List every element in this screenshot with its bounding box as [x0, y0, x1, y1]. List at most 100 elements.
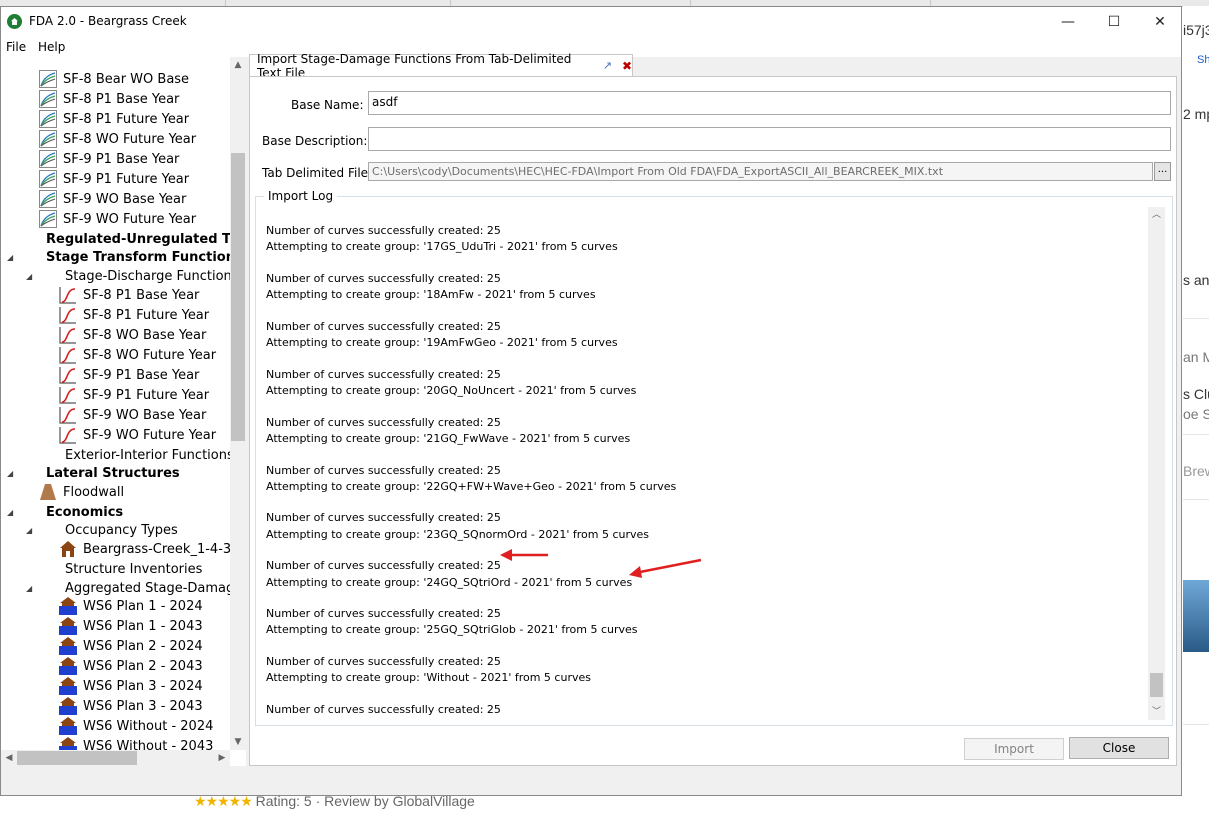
tree-item-label: WS6 Without - 2024: [83, 718, 214, 734]
scroll-down-icon[interactable]: ▼: [230, 734, 246, 750]
scroll-thumb[interactable]: [17, 751, 137, 765]
tree-item[interactable]: WS6 Plan 1 - 2024: [59, 596, 203, 616]
frequency-curve-icon: [39, 90, 63, 108]
tree-item[interactable]: Aggregated Stage-Damage Functions: [65, 578, 246, 598]
log-line: Number of curves successfully created: 2…: [266, 224, 501, 237]
bg-snippet: Sh: [1197, 54, 1209, 66]
tree-item[interactable]: SF-9 P1 Base Year: [39, 149, 179, 169]
log-line: Attempting to create group: '21GQ_FwWave…: [266, 431, 631, 445]
rating-curve-icon: [59, 326, 83, 344]
tree-item-label: WS6 Plan 2 - 2024: [83, 638, 203, 654]
tree-item[interactable]: WS6 Plan 3 - 2024: [59, 676, 203, 696]
tree-item[interactable]: Structure Inventories: [65, 559, 202, 579]
title-bar[interactable]: FDA 2.0 - Beargrass Creek — ☐ ✕: [1, 7, 1181, 37]
scroll-up-icon[interactable]: ▲: [230, 57, 246, 73]
browse-button[interactable]: ...: [1154, 162, 1171, 181]
close-window-button[interactable]: ✕: [1137, 7, 1183, 37]
import-button[interactable]: Import: [964, 738, 1064, 760]
tree-item[interactable]: SF-9 P1 Future Year: [39, 169, 189, 189]
expand-toggle-icon[interactable]: ◢: [26, 584, 32, 593]
import-log-label: Import Log: [264, 189, 338, 203]
scroll-right-icon[interactable]: ▶: [214, 750, 230, 766]
tree-item-label: Stage-Discharge Functions: [65, 268, 239, 284]
flooded-house-icon: [59, 697, 83, 715]
log-line: Number of curves successfully created: 2…: [266, 415, 501, 429]
tree-item[interactable]: SF-8 P1 Base Year: [39, 89, 179, 109]
scroll-thumb[interactable]: [231, 153, 245, 441]
minimize-button[interactable]: —: [1045, 7, 1091, 37]
rating-curve-icon: [59, 306, 83, 324]
tree-item-label: SF-8 P1 Future Year: [63, 111, 190, 127]
tree-item[interactable]: Floodwall: [39, 482, 124, 502]
close-tab-icon[interactable]: ✖: [622, 59, 632, 73]
tree-vertical-scrollbar[interactable]: ▲ ▼: [230, 57, 246, 750]
tab-import-stage-damage[interactable]: Import Stage-Damage Functions From Tab-D…: [249, 52, 633, 80]
bg-snippet: Brew: [1183, 463, 1209, 479]
tree-item[interactable]: Economics: [46, 502, 123, 522]
tree-item-label: SF-8 WO Future Year: [63, 131, 197, 147]
expand-toggle-icon[interactable]: ◢: [26, 526, 32, 535]
tree-item[interactable]: Lateral Structures: [46, 463, 180, 483]
tree-item[interactable]: SF-8 P1 Future Year: [59, 305, 209, 325]
background-webpage: i57j3 Sh 2 mp s and an M s Clu oe S Brew: [1183, 6, 1209, 813]
import-log-group: Import Log Number of curves successfully…: [255, 189, 1173, 726]
scroll-down-icon[interactable]: ﹀: [1148, 704, 1165, 720]
tree-item[interactable]: SF-9 WO Base Year: [59, 405, 206, 425]
log-line: Number of curves successfully created: 2…: [266, 559, 501, 573]
tree-item[interactable]: Occupancy Types: [65, 520, 178, 540]
tree-item[interactable]: SF-8 WO Future Year: [59, 345, 216, 365]
tree-item[interactable]: WS6 Plan 1 - 2043: [59, 616, 203, 636]
tree-item-label: WS6 Plan 1 - 2024: [83, 598, 203, 614]
tree-item[interactable]: SF-9 WO Future Year: [39, 209, 196, 229]
log-line: Attempting to create group: '23GQ_SQnorm…: [266, 527, 650, 541]
log-line: Number of curves successfully created: 2…: [266, 655, 501, 669]
tree-item[interactable]: WS6 Plan 2 - 2024: [59, 636, 203, 656]
log-vertical-scrollbar[interactable]: ︿ ﹀: [1148, 207, 1165, 720]
flooded-house-icon: [59, 597, 83, 615]
scroll-thumb[interactable]: [1150, 673, 1163, 697]
bg-snippet: s Clu: [1183, 386, 1209, 402]
menu-help[interactable]: Help: [38, 40, 65, 54]
tree-item[interactable]: SF-8 WO Future Year: [39, 129, 196, 149]
maximize-button[interactable]: ☐: [1091, 7, 1137, 37]
frequency-curve-icon: [39, 150, 63, 168]
rating-curve-icon: [59, 286, 83, 304]
tree-item-label: Regulated-Unregulated Transform Function…: [46, 231, 246, 247]
import-form: Base Name: asdf Base Description: Tab De…: [249, 76, 1177, 766]
tree-item[interactable]: SF-8 Bear WO Base: [39, 69, 189, 89]
log-line: Attempting to create group: '20GQ_NoUnce…: [266, 383, 637, 397]
tree-item[interactable]: Regulated-Unregulated Transform Function…: [46, 229, 246, 249]
tree-item[interactable]: SF-8 P1 Future Year: [39, 109, 189, 129]
frequency-curve-icon: [39, 190, 63, 208]
expand-toggle-icon[interactable]: ◢: [26, 272, 32, 281]
base-description-input[interactable]: [368, 127, 1171, 151]
scroll-left-icon[interactable]: ◀: [1, 750, 17, 766]
tree-item[interactable]: Stage Transform Functions: [46, 247, 243, 267]
tree-item[interactable]: SF-9 WO Base Year: [39, 189, 186, 209]
tree-item[interactable]: SF-8 WO Base Year: [59, 325, 206, 345]
base-name-input[interactable]: asdf: [368, 91, 1171, 115]
pop-out-icon[interactable]: ↗: [603, 59, 612, 72]
menu-file[interactable]: File: [6, 40, 26, 54]
tree-item-label: Aggregated Stage-Damage Functions: [65, 580, 246, 596]
tree-item[interactable]: SF-9 WO Future Year: [59, 425, 216, 445]
tree-item[interactable]: SF-9 P1 Future Year: [59, 385, 209, 405]
tree-horizontal-scrollbar[interactable]: ◀ ▶: [1, 750, 230, 766]
tree-item[interactable]: Beargrass-Creek_1-4-3_: [59, 539, 238, 559]
expand-toggle-icon[interactable]: ◢: [7, 469, 13, 478]
tree-item[interactable]: WS6 Without - 2024: [59, 716, 213, 736]
expand-toggle-icon[interactable]: ◢: [7, 253, 13, 262]
frequency-curve-icon: [39, 170, 63, 188]
scroll-up-icon[interactable]: ︿: [1148, 207, 1165, 223]
file-path-input[interactable]: C:\Users\cody\Documents\HEC\HEC-FDA\Impo…: [368, 162, 1153, 181]
close-button[interactable]: Close: [1069, 737, 1169, 759]
tree-item[interactable]: Exterior-Interior Functions: [65, 445, 234, 465]
tree-item[interactable]: WS6 Plan 2 - 2043: [59, 656, 203, 676]
tree-item[interactable]: Stage-Discharge Functions: [65, 266, 239, 286]
tree-item[interactable]: SF-9 P1 Base Year: [59, 365, 199, 385]
log-line: Attempting to create group: '19AmFwGeo -…: [266, 336, 618, 349]
expand-toggle-icon[interactable]: ◢: [7, 508, 13, 517]
tree-item[interactable]: SF-8 P1 Base Year: [59, 285, 199, 305]
log-line: Number of curves successfully created: 2…: [266, 511, 501, 525]
tree-item[interactable]: WS6 Plan 3 - 2043: [59, 696, 203, 716]
